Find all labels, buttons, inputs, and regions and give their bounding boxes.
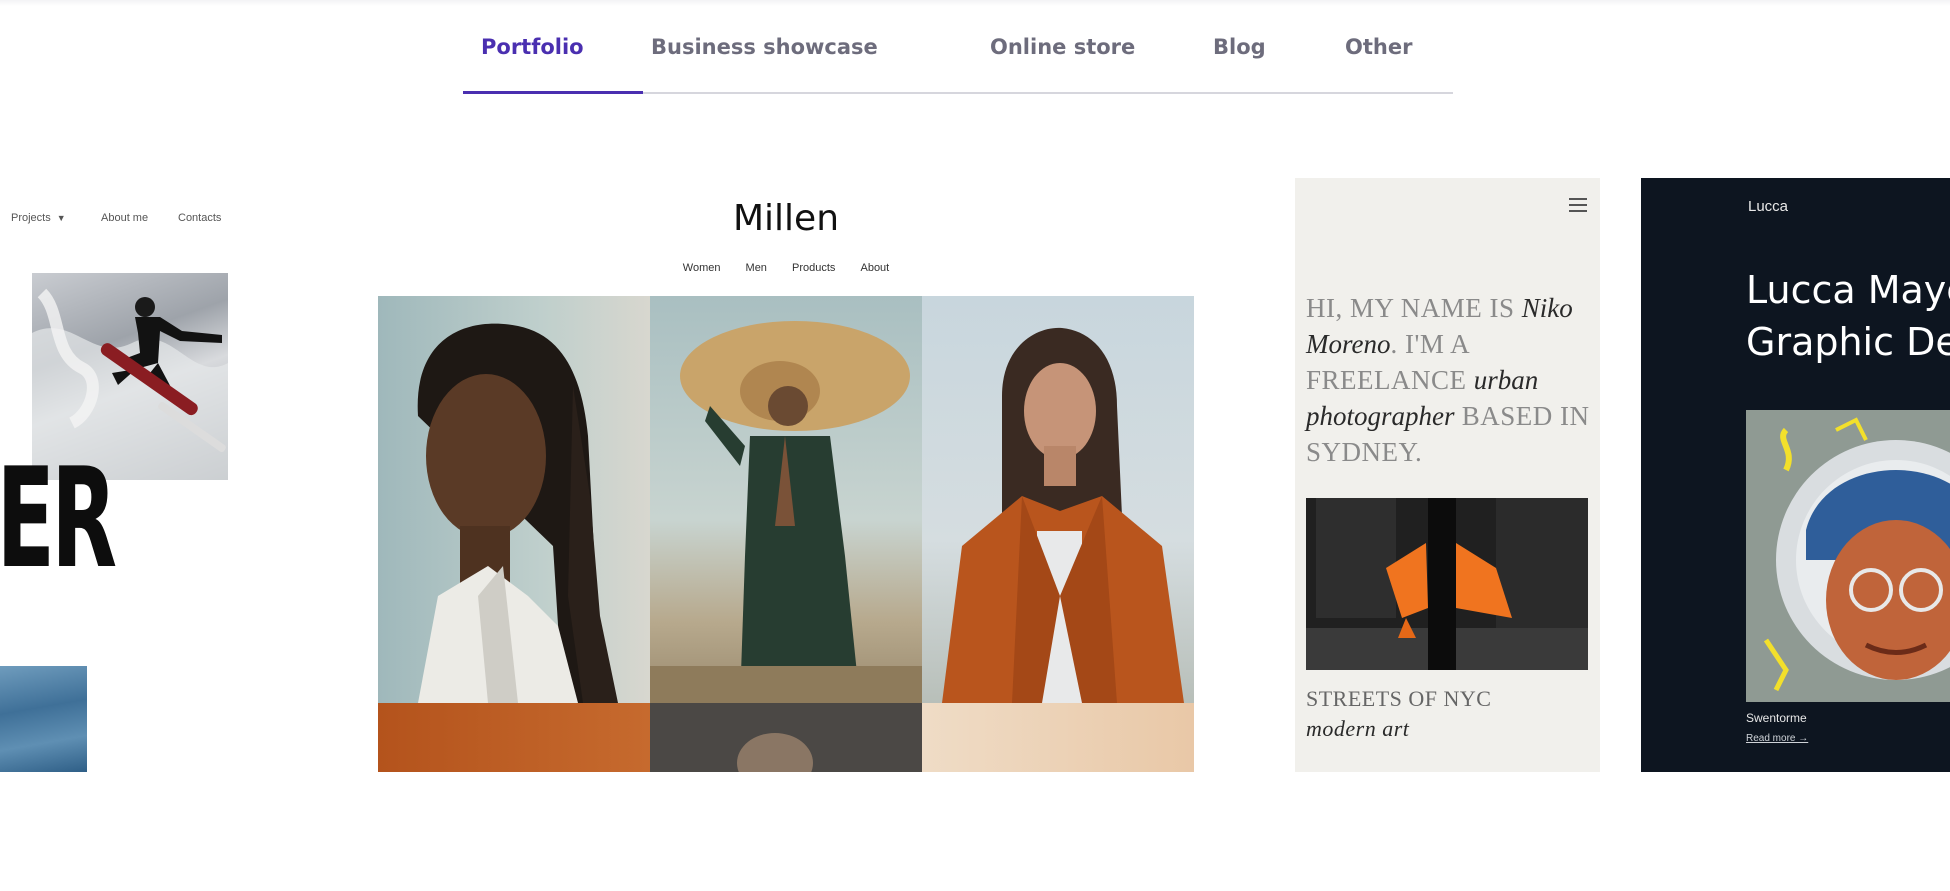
portrait-photo-tile (650, 703, 922, 772)
millen-nav-men: Men (745, 262, 767, 274)
millen-nav-about: About (860, 262, 890, 274)
lucca-headline: Lucca Maye Graphic De (1746, 268, 1950, 364)
template-card-lucca[interactable]: Lucca Lucca Maye Graphic De Swentorme Re… (1641, 178, 1950, 772)
template-card-snowboard[interactable]: Projects▼ About me Contacts GER Y (0, 178, 300, 772)
card1-nav-about-me: About me (101, 212, 149, 224)
millen-nav-products: Products (792, 262, 836, 274)
water-photo (0, 666, 87, 772)
template-card-niko[interactable]: HI, MY NAME IS Niko Moreno. I'M A FREELA… (1295, 178, 1600, 772)
orange-photo-tile (378, 703, 650, 772)
millen-photo-grid (378, 296, 1194, 772)
tab-blog[interactable]: Blog (1213, 30, 1266, 64)
template-category-tabs: Portfolio Business showcase Online store… (463, 0, 1453, 96)
hamburger-menu-icon[interactable] (1569, 198, 1587, 216)
lucca-art-caption: Swentorme (1746, 711, 1807, 725)
niko-bio: HI, MY NAME IS Niko Moreno. I'M A FREELA… (1306, 293, 1590, 467)
peach-photo-tile (922, 703, 1194, 772)
niko-photo-caption: STREETS OF NYC modern art (1306, 686, 1492, 741)
model-photo-orange-coat (922, 296, 1194, 703)
tab-online-store[interactable]: Online store (990, 30, 1135, 64)
millen-nav: Women Men Products About (378, 262, 1194, 274)
read-more-link[interactable]: Read more → (1746, 733, 1808, 744)
millen-logo: Millen (732, 198, 840, 239)
tab-business-showcase[interactable]: Business showcase (651, 30, 878, 64)
active-tab-indicator (463, 91, 643, 94)
lucca-logo: Lucca (1748, 198, 1789, 215)
card1-nav-contacts: Contacts (178, 212, 222, 224)
street-sculpture-photo (1306, 498, 1588, 670)
model-photo-braids (378, 296, 650, 703)
millen-nav-women: Women (682, 262, 721, 274)
template-card-millen[interactable]: Millen Women Men Products About (378, 178, 1194, 772)
card1-nav-projects: Projects ▼ (11, 212, 66, 224)
model-photo-hat (650, 296, 922, 703)
tab-portfolio[interactable]: Portfolio (481, 30, 584, 64)
astronaut-illustration (1746, 410, 1950, 702)
tab-other[interactable]: Other (1345, 30, 1412, 64)
